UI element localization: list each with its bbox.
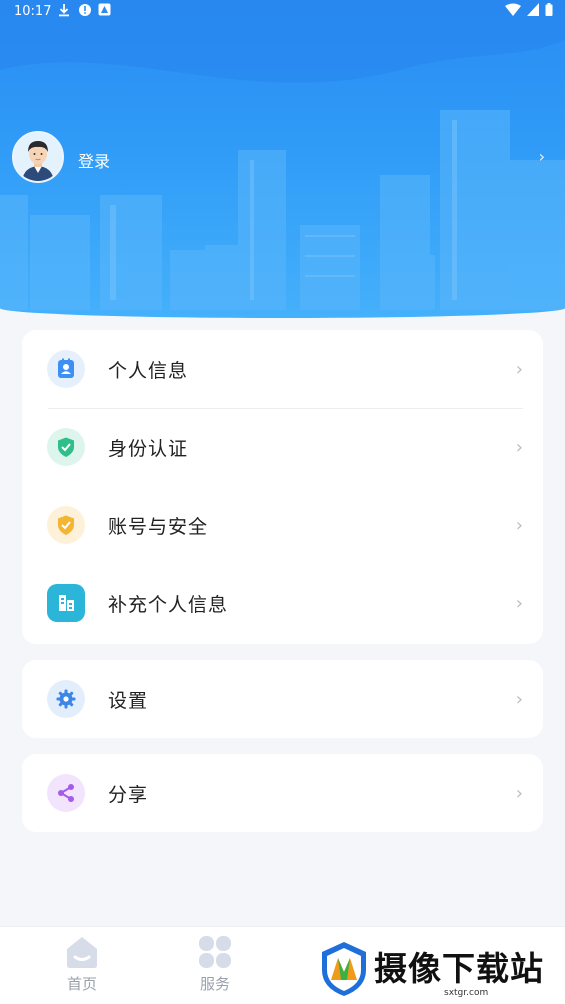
watermark-logo-icon [322,942,366,996]
menu-item-account-security[interactable]: 账号与安全 › [22,486,543,564]
watermark: 摄像下载站 sxtgr.com [318,940,558,1000]
building-icon [47,584,85,622]
battery-icon [545,3,553,20]
watermark-text: 摄像下载站 [374,949,544,988]
menu-item-label: 补充个人信息 [108,593,229,616]
signal-icon [527,3,539,20]
shield-check-icon [47,506,85,544]
status-time: 10:17 [14,4,52,19]
download-icon [58,3,70,21]
chevron-right-icon[interactable]: › [539,147,545,166]
menu-item-share[interactable]: 分享 › [22,754,543,832]
gear-icon [47,680,85,718]
chevron-right-icon: › [515,514,523,536]
nav-item-home[interactable]: 首页 [42,935,122,994]
nav-item-services[interactable]: 服务 [175,935,255,994]
chevron-right-icon: › [515,782,523,804]
share-card: 分享 › [22,754,543,832]
chevron-right-icon: › [515,436,523,458]
profile-menu-card: 个人信息 › 身份认证 › 账号与安全 › 补充个人信息 › [22,330,543,644]
menu-item-identity-verification[interactable]: 身份认证 › [22,408,543,486]
nav-label: 首页 [66,975,97,993]
app-notification-icon [98,3,111,20]
share-icon [47,774,85,812]
menu-item-personal-info[interactable]: 个人信息 › [22,330,543,408]
menu-item-label: 账号与安全 [108,515,209,538]
profile-header: 10:17 登录 › [0,0,565,318]
nav-label: 服务 [199,975,230,993]
wifi-icon [505,3,521,20]
menu-item-supplement-personal-info[interactable]: 补充个人信息 › [22,564,543,642]
menu-item-label: 身份认证 [108,437,189,460]
status-bar: 10:17 [0,0,565,26]
menu-item-label: 分享 [108,783,149,806]
alert-icon [78,3,92,21]
chevron-right-icon: › [515,592,523,614]
chevron-right-icon: › [515,358,523,380]
shield-check-icon [47,428,85,466]
login-link[interactable]: 登录 [78,148,110,172]
chevron-right-icon: › [515,688,523,710]
avatar[interactable] [12,131,64,183]
grid-icon [199,936,231,968]
menu-item-label: 个人信息 [108,359,189,382]
watermark-url: sxtgr.com [444,988,489,998]
settings-card: 设置 › [22,660,543,738]
home-icon [67,937,97,968]
contact-card-icon [47,350,85,388]
menu-item-settings[interactable]: 设置 › [22,660,543,738]
menu-item-label: 设置 [108,689,149,712]
user-avatar-icon [14,133,62,181]
